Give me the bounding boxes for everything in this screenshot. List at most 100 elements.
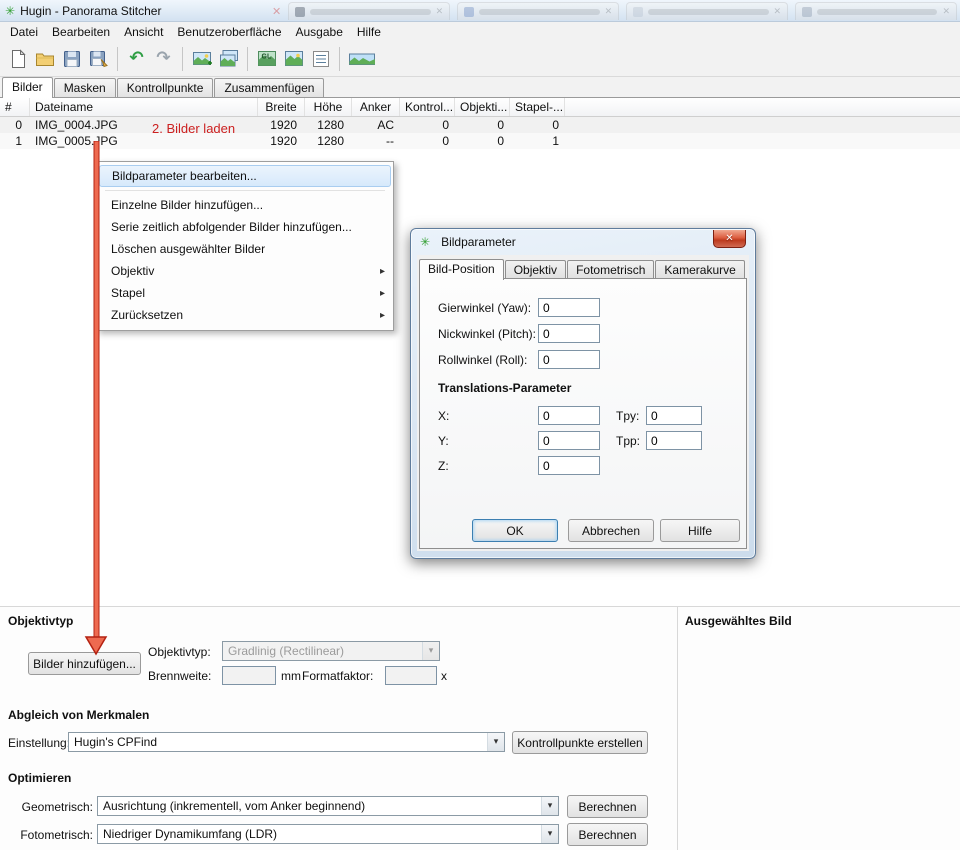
background-browser-tabs: ✕ ✕ ✕ ✕ ✕: [272, 1, 957, 21]
dialog-tab-kamerakurve[interactable]: Kamerakurve: [655, 260, 744, 279]
x-input[interactable]: [538, 406, 600, 425]
pitch-input[interactable]: [538, 324, 600, 343]
tab-zusammenfuegen[interactable]: Zusammenfügen: [214, 78, 324, 97]
menu-ausgabe[interactable]: Ausgabe: [289, 23, 350, 41]
dialog-tab-page: Gierwinkel (Yaw): Nickwinkel (Pitch): Ro…: [419, 278, 747, 549]
tab-kontrollpunkte[interactable]: Kontrollpunkte: [117, 78, 214, 97]
tpp-input[interactable]: [646, 431, 702, 450]
col-filename[interactable]: Dateiname: [30, 98, 258, 116]
ghost-tab: ✕: [457, 2, 619, 20]
selected-image-heading: Ausgewähltes Bild: [685, 614, 792, 628]
dialog-tab-fotometrisch[interactable]: Fotometrisch: [567, 260, 654, 279]
ghost-favicon: [633, 7, 643, 17]
menu-item-stapel[interactable]: Stapel ▸: [97, 282, 393, 304]
geometric-optimize-select[interactable]: Ausrichtung (inkrementell, vom Anker beg…: [97, 796, 559, 816]
toolbar-panorama-preview-button[interactable]: [345, 45, 379, 72]
toolbar-new-button[interactable]: [4, 45, 31, 72]
chevron-down-icon: ▾: [422, 642, 439, 660]
ghost-tab-title: [479, 9, 599, 15]
ghost-tab-title: [648, 9, 768, 15]
create-control-points-button[interactable]: Kontrollpunkte erstellen: [512, 731, 648, 754]
dialog-close-button[interactable]: ✕: [713, 230, 746, 248]
panorama-preview-icon: [347, 48, 377, 70]
menu-hilfe[interactable]: Hilfe: [350, 23, 388, 41]
y-input[interactable]: [538, 431, 600, 450]
add-time-series-icon: [218, 48, 240, 70]
toolbar-save-as-button[interactable]: [85, 45, 112, 72]
cancel-button[interactable]: Abbrechen: [568, 519, 654, 542]
cell-index: 1: [0, 133, 30, 149]
table-row[interactable]: 0 IMG_0004.JPG 1920 1280 AC 0 0 0: [0, 117, 960, 133]
table-row[interactable]: 1 IMG_0005.JPG 1920 1280 -- 0 0 1: [0, 133, 960, 149]
dialog-tab-objektiv[interactable]: Objektiv: [505, 260, 566, 279]
toolbar-open-button[interactable]: [31, 45, 58, 72]
toolbar-add-images-button[interactable]: [188, 45, 215, 72]
dialog-tab-bild-position[interactable]: Bild-Position: [419, 259, 504, 280]
menu-datei[interactable]: Datei: [3, 23, 45, 41]
ghost-tab: ✕: [288, 2, 450, 20]
menu-item-zuruecksetzen[interactable]: Zurücksetzen ▸: [97, 304, 393, 326]
hugin-logo-icon: ✳: [420, 235, 430, 249]
ghost-tab-close-icon: ✕: [436, 7, 444, 17]
yaw-label: Gierwinkel (Yaw):: [438, 301, 531, 315]
window-title: Hugin - Panorama Stitcher: [20, 4, 161, 18]
menu-item-serie-hinzufuegen[interactable]: Serie zeitlich abfolgender Bilder hinzuf…: [97, 216, 393, 238]
col-height[interactable]: Höhe: [305, 98, 352, 116]
tab-masken[interactable]: Masken: [54, 78, 116, 97]
col-index[interactable]: #: [0, 98, 30, 116]
toolbar-separator: [247, 47, 248, 71]
toolbar-save-button[interactable]: [58, 45, 85, 72]
tpy-input[interactable]: [646, 406, 702, 425]
geometric-calculate-button[interactable]: Berechnen: [567, 795, 648, 818]
toolbar-fast-preview-button[interactable]: GL: [253, 45, 280, 72]
cpfind-select[interactable]: Hugin's CPFind ▾: [68, 732, 505, 752]
col-width[interactable]: Breite: [258, 98, 305, 116]
menu-item-einzelne-bilder-hinzufuegen[interactable]: Einzelne Bilder hinzufügen...: [97, 194, 393, 216]
ghost-tab: ✕: [795, 2, 957, 20]
cell-control-points: 0: [400, 133, 455, 149]
title-bar[interactable]: ✳ Hugin - Panorama Stitcher ✕ ✕ ✕ ✕: [0, 0, 960, 22]
crop-factor-input[interactable]: [385, 666, 437, 685]
roll-input[interactable]: [538, 350, 600, 369]
chevron-down-icon: ▾: [541, 825, 558, 843]
toolbar-preview-button[interactable]: [280, 45, 307, 72]
toolbar-control-points-list-button[interactable]: [307, 45, 334, 72]
chevron-down-icon: ▾: [487, 733, 504, 751]
menu-item-loeschen[interactable]: Löschen ausgewählter Bilder: [97, 238, 393, 260]
tab-bilder[interactable]: Bilder: [2, 77, 53, 98]
menu-item-label: Objektiv: [111, 264, 154, 278]
toolbar-add-time-series-button[interactable]: [215, 45, 242, 72]
annotation-arrow: [83, 141, 109, 657]
help-button[interactable]: Hilfe: [660, 519, 740, 542]
ok-button[interactable]: OK: [472, 519, 558, 542]
focal-length-input[interactable]: [222, 666, 276, 685]
cell-width: 1920: [258, 133, 305, 149]
optimize-heading: Optimieren: [8, 771, 71, 785]
z-input[interactable]: [538, 456, 600, 475]
menu-ansicht[interactable]: Ansicht: [117, 23, 170, 41]
photometric-calculate-button[interactable]: Berechnen: [567, 823, 648, 846]
lens-type-select[interactable]: Gradlinig (Rectilinear) ▾: [222, 641, 440, 661]
photometric-optimize-select[interactable]: Niedriger Dynamikumfang (LDR) ▾: [97, 824, 559, 844]
panel-divider[interactable]: [677, 607, 678, 850]
lens-type-value: Gradlinig (Rectilinear): [223, 644, 422, 658]
new-project-icon: [7, 48, 29, 70]
menu-item-bildparameter-bearbeiten[interactable]: Bildparameter bearbeiten...: [99, 165, 391, 187]
col-anchor[interactable]: Anker: [352, 98, 400, 116]
ghost-tab-title: [310, 9, 430, 15]
cell-width: 1920: [258, 117, 305, 133]
lens-type-label: Objektivtyp:: [148, 645, 211, 659]
menu-bearbeiten[interactable]: Bearbeiten: [45, 23, 117, 41]
geometric-optimize-value: Ausrichtung (inkrementell, vom Anker beg…: [98, 799, 541, 813]
menu-benutzeroberflaeche[interactable]: Benutzeroberfläche: [170, 23, 288, 41]
yaw-input[interactable]: [538, 298, 600, 317]
dialog-title-bar[interactable]: ✳ Bildparameter: [411, 229, 755, 254]
toolbar-undo-button[interactable]: ↶: [123, 45, 150, 72]
x-label: X:: [438, 409, 449, 423]
toolbar-redo-button[interactable]: ↷: [150, 45, 177, 72]
translations-heading: Translations-Parameter: [438, 381, 571, 395]
col-control-points[interactable]: Kontrol...: [400, 98, 455, 116]
col-lens[interactable]: Objekti...: [455, 98, 510, 116]
col-stack[interactable]: Stapel-...: [510, 98, 565, 116]
menu-item-objektiv[interactable]: Objektiv ▸: [97, 260, 393, 282]
